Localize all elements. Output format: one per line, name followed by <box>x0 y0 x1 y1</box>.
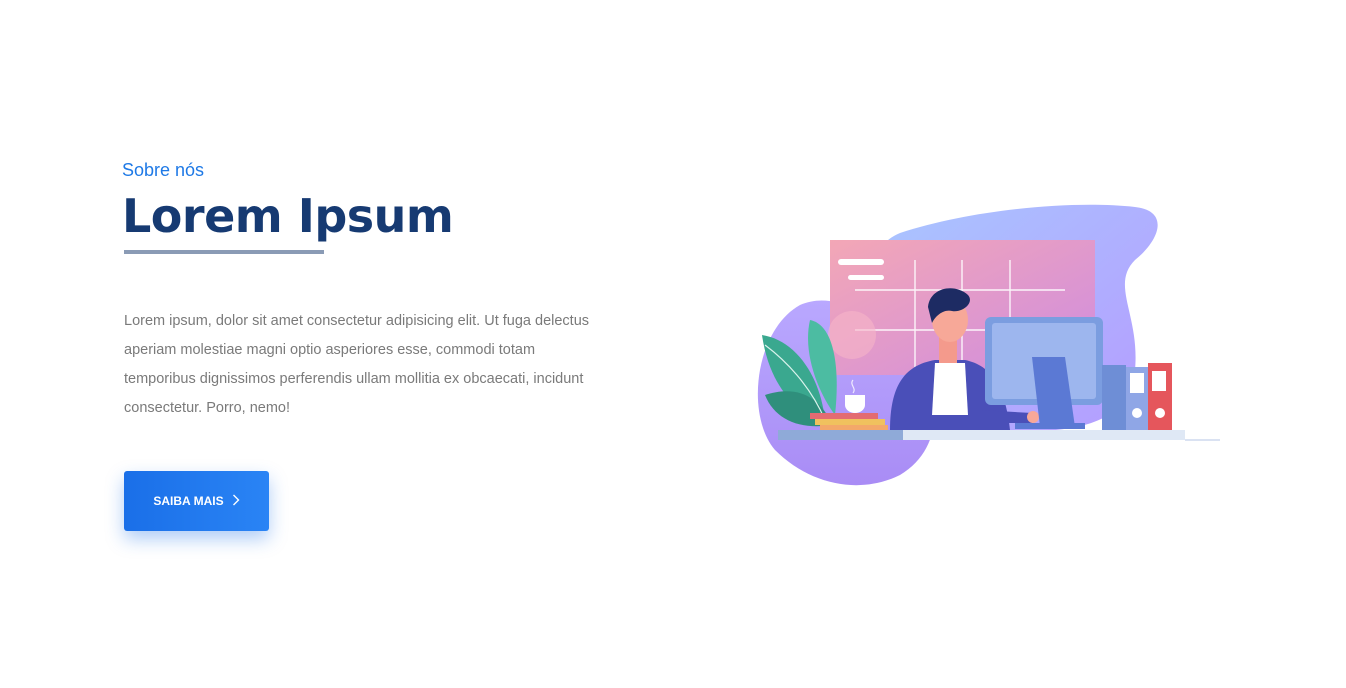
section-eyebrow: Sobre nós <box>122 160 205 180</box>
cta-label: SAIBA MAIS <box>153 494 224 508</box>
section-title: Lorem Ipsum <box>122 189 454 243</box>
office-illustration <box>757 204 1220 486</box>
title-underline <box>124 250 324 254</box>
about-text: Sobre nós Lorem Ipsum Lorem ipsum, dolor… <box>122 158 622 423</box>
about-section: Sobre nós Lorem Ipsum Lorem ipsum, dolor… <box>0 0 1346 688</box>
saiba-mais-button[interactable]: SAIBA MAIS <box>124 471 269 531</box>
about-paragraph: Lorem ipsum, dolor sit amet consectetur … <box>124 313 590 416</box>
chevron-right-icon <box>232 493 240 509</box>
